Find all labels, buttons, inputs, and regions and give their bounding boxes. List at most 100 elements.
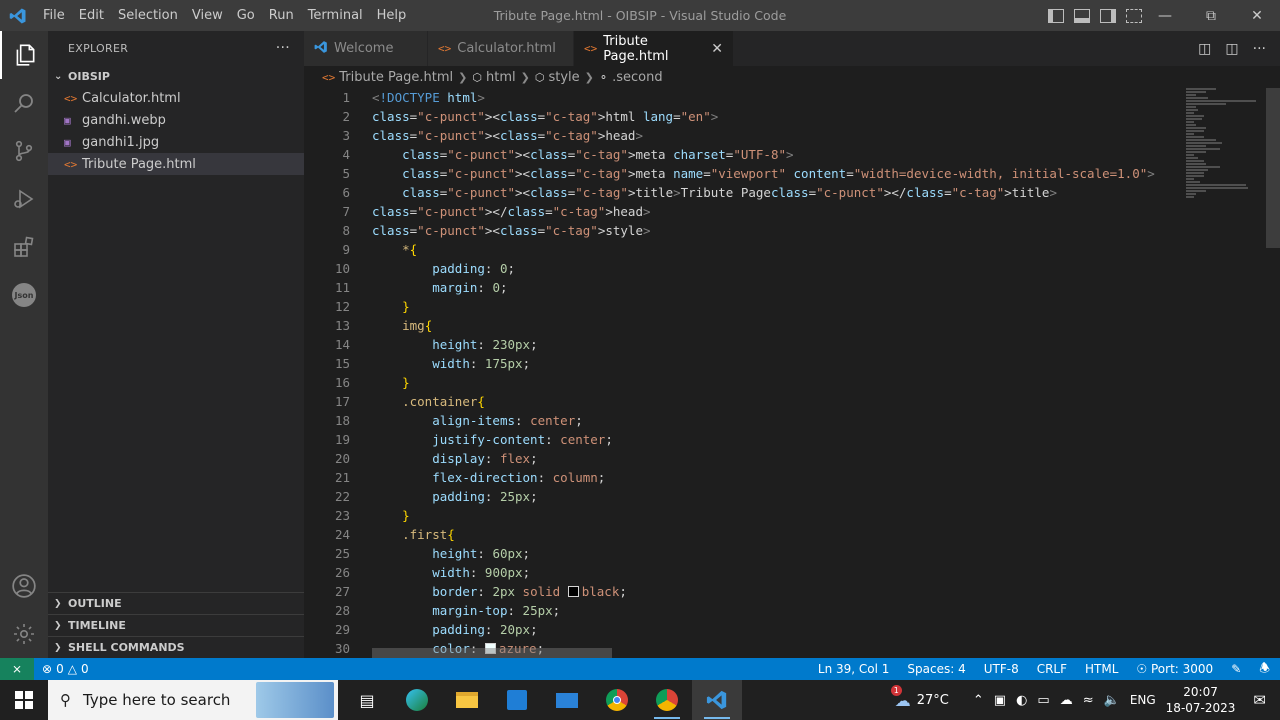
section-outline[interactable]: ❯ OUTLINE xyxy=(48,592,304,614)
end-of-line[interactable]: CRLF xyxy=(1037,662,1067,676)
menu-run[interactable]: Run xyxy=(262,0,301,31)
code-line[interactable]: class="c-punct"><class="c-tag">meta char… xyxy=(372,145,1155,164)
toggle-primary-sidebar-icon[interactable] xyxy=(1048,8,1064,23)
menu-file[interactable]: File xyxy=(36,0,72,31)
remote-icon[interactable]: ⨯ xyxy=(0,658,34,680)
minimize-icon[interactable]: — xyxy=(1142,0,1188,31)
menu-terminal[interactable]: Terminal xyxy=(301,0,370,31)
breadcrumb-selector[interactable]: .second xyxy=(612,70,663,85)
code-line[interactable]: height: 60px; xyxy=(372,544,1155,563)
explorer-more-icon[interactable]: ··· xyxy=(276,40,290,56)
chrome-icon[interactable] xyxy=(592,680,642,720)
extensions-icon[interactable] xyxy=(0,223,48,271)
open-preview-icon[interactable]: ◫ xyxy=(1198,41,1211,57)
language-mode[interactable]: HTML xyxy=(1085,662,1118,676)
explorer-icon[interactable] xyxy=(0,31,48,79)
vscode-taskbar-icon[interactable] xyxy=(692,680,742,720)
horizontal-scrollbar[interactable] xyxy=(372,648,612,658)
code-area[interactable]: <!DOCTYPE html> class="c-punct"><class="c… xyxy=(372,88,1155,658)
code-line[interactable]: margin-top: 25px; xyxy=(372,601,1155,620)
volume-icon[interactable]: 🔈 xyxy=(1104,693,1120,708)
split-editor-icon[interactable]: ◫ xyxy=(1225,41,1238,57)
close-window-icon[interactable]: ✕ xyxy=(1234,0,1280,31)
cursor-position[interactable]: Ln 39, Col 1 xyxy=(818,662,890,676)
file-item[interactable]: ▣ gandhi1.jpg xyxy=(48,131,304,153)
weather-widget[interactable]: ☁ 1 27°C xyxy=(890,684,949,710)
tray-chevron-up-icon[interactable]: ⌃ xyxy=(973,693,984,708)
input-language[interactable]: ENG xyxy=(1130,693,1156,707)
code-line[interactable]: width: 175px; xyxy=(372,354,1155,373)
section-shell-commands[interactable]: ❯ SHELL COMMANDS xyxy=(48,636,304,658)
section-timeline[interactable]: ❯ TIMELINE xyxy=(48,614,304,636)
menu-selection[interactable]: Selection xyxy=(111,0,185,31)
code-line[interactable]: class="c-punct"><class="c-tag">style> xyxy=(372,221,1155,240)
wifi-icon[interactable]: ≈ xyxy=(1083,693,1094,708)
windows-start-icon[interactable] xyxy=(0,680,48,720)
problems-status[interactable]: ⊗ 0 △ 0 xyxy=(34,662,89,676)
source-control-icon[interactable] xyxy=(0,127,48,175)
code-line[interactable]: padding: 0; xyxy=(372,259,1155,278)
tray-app-icon[interactable]: ▣ xyxy=(994,693,1006,708)
minimap[interactable] xyxy=(1186,88,1266,198)
notifications-bell-icon[interactable]: 🕭 xyxy=(1259,659,1270,680)
code-line[interactable]: class="c-punct"></class="c-tag">head> xyxy=(372,202,1155,221)
encoding[interactable]: UTF-8 xyxy=(984,662,1019,676)
feedback-icon[interactable]: ✎ xyxy=(1231,662,1241,676)
color-swatch-black-icon[interactable] xyxy=(567,586,579,597)
folder-oibsip[interactable]: ⌄ OIBSIP xyxy=(48,65,304,87)
code-line[interactable]: margin: 0; xyxy=(372,278,1155,297)
tab-welcome[interactable]: Welcome xyxy=(304,31,428,66)
code-line[interactable]: class="c-punct"><class="c-tag">head> xyxy=(372,126,1155,145)
file-explorer-icon[interactable] xyxy=(442,680,492,720)
mail-icon[interactable] xyxy=(542,680,592,720)
file-item[interactable]: ▣ gandhi.webp xyxy=(48,109,304,131)
code-line[interactable]: } xyxy=(372,373,1155,392)
code-line[interactable]: padding: 25px; xyxy=(372,487,1155,506)
notification-center-icon[interactable]: ✉ xyxy=(1253,691,1266,709)
code-line[interactable]: display: flex; xyxy=(372,449,1155,468)
customize-layout-icon[interactable] xyxy=(1126,8,1142,23)
battery-icon[interactable]: ▭ xyxy=(1037,693,1049,708)
breadcrumb-file[interactable]: Tribute Page.html xyxy=(339,70,453,85)
file-item[interactable]: <> Tribute Page.html xyxy=(48,153,304,175)
code-line[interactable]: .container{ xyxy=(372,392,1155,411)
tab-calculator[interactable]: <> Calculator.html xyxy=(428,31,574,66)
live-server-port[interactable]: ☉ Port: 3000 xyxy=(1136,662,1213,676)
task-view-icon[interactable]: ▤ xyxy=(342,680,392,720)
tab-tribute-page[interactable]: <> Tribute Page.html ✕ xyxy=(574,31,734,66)
tray-meet-icon[interactable]: ◐ xyxy=(1016,693,1027,708)
onedrive-cloud-icon[interactable]: ☁ xyxy=(1060,693,1073,708)
code-line[interactable]: class="c-punct"><class="c-tag">meta name… xyxy=(372,164,1155,183)
close-tab-icon[interactable]: ✕ xyxy=(711,41,723,57)
indentation[interactable]: Spaces: 4 xyxy=(907,662,965,676)
code-line[interactable]: } xyxy=(372,297,1155,316)
store-icon[interactable] xyxy=(492,680,542,720)
code-line[interactable]: padding: 20px; xyxy=(372,620,1155,639)
menu-view[interactable]: View xyxy=(185,0,230,31)
code-line[interactable]: border: 2px solid black; xyxy=(372,582,1155,601)
code-editor[interactable]: 1 2 3 4 5 6 7 8 9 10 11 12 13 14 15 16 17 18 19 20 21 22 23 24 2… xyxy=(304,88,1280,658)
code-line[interactable]: height: 230px; xyxy=(372,335,1155,354)
code-line[interactable]: flex-direction: column; xyxy=(372,468,1155,487)
code-line[interactable]: width: 900px; xyxy=(372,563,1155,582)
code-line[interactable]: class="c-punct"><class="c-tag">title>Tri… xyxy=(372,183,1155,202)
code-line[interactable]: img{ xyxy=(372,316,1155,335)
code-line[interactable]: <!DOCTYPE html> xyxy=(372,88,1155,107)
taskbar-search-box[interactable]: ⚲ Type here to search xyxy=(48,680,338,720)
search-icon[interactable] xyxy=(0,79,48,127)
file-item[interactable]: <> Calculator.html xyxy=(48,87,304,109)
menu-edit[interactable]: Edit xyxy=(72,0,111,31)
breadcrumb-html[interactable]: html xyxy=(486,70,516,85)
code-line[interactable]: } xyxy=(372,506,1155,525)
code-line[interactable]: justify-content: center; xyxy=(372,430,1155,449)
toggle-panel-icon[interactable] xyxy=(1074,8,1090,23)
run-debug-icon[interactable] xyxy=(0,175,48,223)
edge-icon[interactable] xyxy=(392,680,442,720)
code-line[interactable]: .first{ xyxy=(372,525,1155,544)
code-line[interactable]: align-items: center; xyxy=(372,411,1155,430)
menu-help[interactable]: Help xyxy=(370,0,414,31)
json-icon[interactable]: Json xyxy=(0,271,48,319)
chrome-profile-icon[interactable] xyxy=(642,680,692,720)
manage-gear-icon[interactable] xyxy=(0,610,48,658)
code-line[interactable]: *{ xyxy=(372,240,1155,259)
